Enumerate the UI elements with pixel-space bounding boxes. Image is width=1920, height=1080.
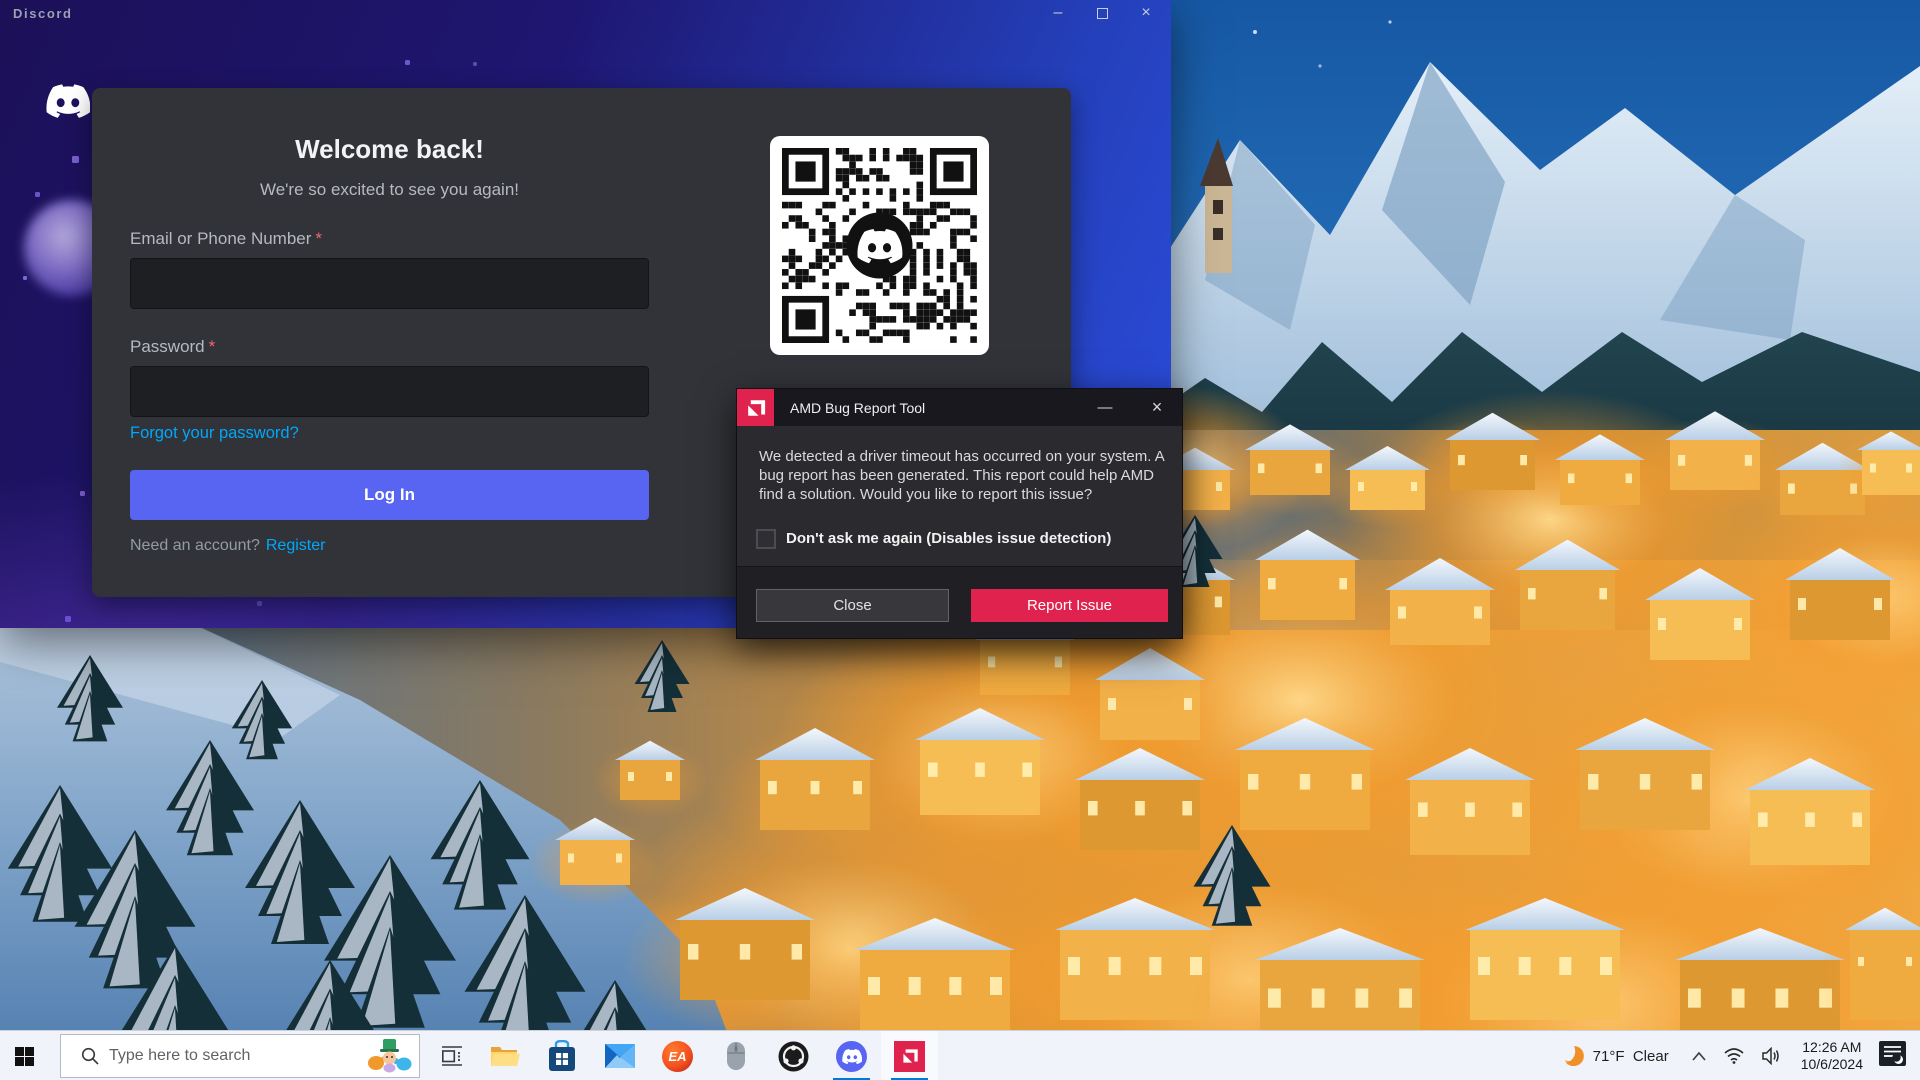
clock-date: 10/6/2024 <box>1801 1056 1863 1073</box>
taskbar: EA <box>0 1030 1920 1080</box>
microsoft-store-icon <box>547 1040 577 1072</box>
task-view-icon <box>441 1044 465 1068</box>
task-view-button[interactable] <box>424 1031 481 1080</box>
register-link[interactable]: Register <box>266 537 326 554</box>
mail-icon <box>604 1043 636 1069</box>
wifi-icon[interactable] <box>1724 1048 1744 1064</box>
hidden-icons-chevron[interactable] <box>1692 1052 1706 1061</box>
amd-app-icon <box>894 1041 925 1072</box>
weather-status[interactable]: 71°F Clear <box>1593 1048 1669 1065</box>
qr-login-code <box>770 136 989 355</box>
taskbar-app-microsoft-store[interactable] <box>533 1031 590 1080</box>
obs-studio-icon <box>778 1041 809 1072</box>
taskbar-app-mail[interactable] <box>591 1031 648 1080</box>
amd-dialog-title: AMD Bug Report Tool <box>790 400 925 416</box>
amd-dialog-titlebar: AMD Bug Report Tool — × <box>737 389 1182 426</box>
taskbar-clock[interactable]: 12:26 AM 10/6/2024 <box>1801 1039 1863 1073</box>
search-highlights-icon[interactable] <box>367 1037 413 1075</box>
search-input[interactable] <box>109 1047 367 1065</box>
taskbar-search-box[interactable] <box>60 1034 420 1078</box>
register-prompt: Need an account? <box>130 537 260 554</box>
taskbar-app-ea[interactable]: EA <box>649 1031 706 1080</box>
start-button[interactable] <box>0 1031 48 1080</box>
register-row: Need an account? Register <box>130 537 325 555</box>
ea-icon: EA <box>662 1041 693 1072</box>
amd-bug-report-dialog: AMD Bug Report Tool — × We detected a dr… <box>736 388 1183 639</box>
file-explorer-icon <box>488 1040 520 1072</box>
taskbar-app-mouse-utility[interactable] <box>707 1031 764 1080</box>
dialog-minimize-icon[interactable]: — <box>1092 399 1118 416</box>
welcome-heading: Welcome back! <box>130 134 649 165</box>
login-button[interactable]: Log In <box>130 470 649 520</box>
amd-dialog-message: We detected a driver timeout has occurre… <box>759 447 1169 504</box>
qr-code-graphic <box>770 136 989 355</box>
password-field[interactable] <box>130 366 649 417</box>
windows-logo-icon <box>15 1047 34 1066</box>
dialog-close-icon[interactable]: × <box>1144 397 1170 418</box>
search-icon <box>81 1047 99 1065</box>
amd-dialog-footer: Close Report Issue <box>737 566 1182 638</box>
weather-moon-icon[interactable] <box>1561 1044 1585 1068</box>
required-asterisk: * <box>315 229 322 248</box>
discord-logo-icon <box>46 84 90 118</box>
close-button[interactable]: Close <box>756 589 949 622</box>
clock-time: 12:26 AM <box>1801 1039 1863 1056</box>
taskbar-app-file-explorer[interactable] <box>475 1031 532 1080</box>
taskbar-app-obs[interactable] <box>765 1031 822 1080</box>
dont-ask-label: Don't ask me again (Disables issue detec… <box>786 530 1111 547</box>
minimize-icon[interactable]: – <box>1043 0 1073 26</box>
password-label: Password* <box>130 337 215 357</box>
discord-window-controls: – × <box>1043 0 1161 26</box>
discord-app-icon <box>836 1041 867 1072</box>
required-asterisk: * <box>209 337 216 356</box>
close-icon[interactable]: × <box>1131 0 1161 26</box>
system-tray: 71°F Clear 12:26 AM 10/6/2024 <box>1561 1031 1920 1080</box>
taskbar-app-amd[interactable] <box>881 1031 938 1080</box>
volume-icon[interactable] <box>1762 1047 1782 1065</box>
action-center-icon[interactable] <box>1879 1041 1906 1071</box>
email-field[interactable] <box>130 258 649 309</box>
taskbar-app-discord[interactable] <box>823 1031 880 1080</box>
maximize-icon[interactable] <box>1087 0 1117 26</box>
forgot-password-link[interactable]: Forgot your password? <box>130 424 299 443</box>
mouse-icon <box>726 1041 746 1071</box>
report-issue-button[interactable]: Report Issue <box>971 589 1168 622</box>
welcome-subheading: We're so excited to see you again! <box>130 180 649 200</box>
amd-logo-icon <box>737 389 774 426</box>
email-label: Email or Phone Number* <box>130 229 322 249</box>
dont-ask-checkbox[interactable] <box>756 529 776 549</box>
discord-window-title: Discord <box>13 6 73 21</box>
